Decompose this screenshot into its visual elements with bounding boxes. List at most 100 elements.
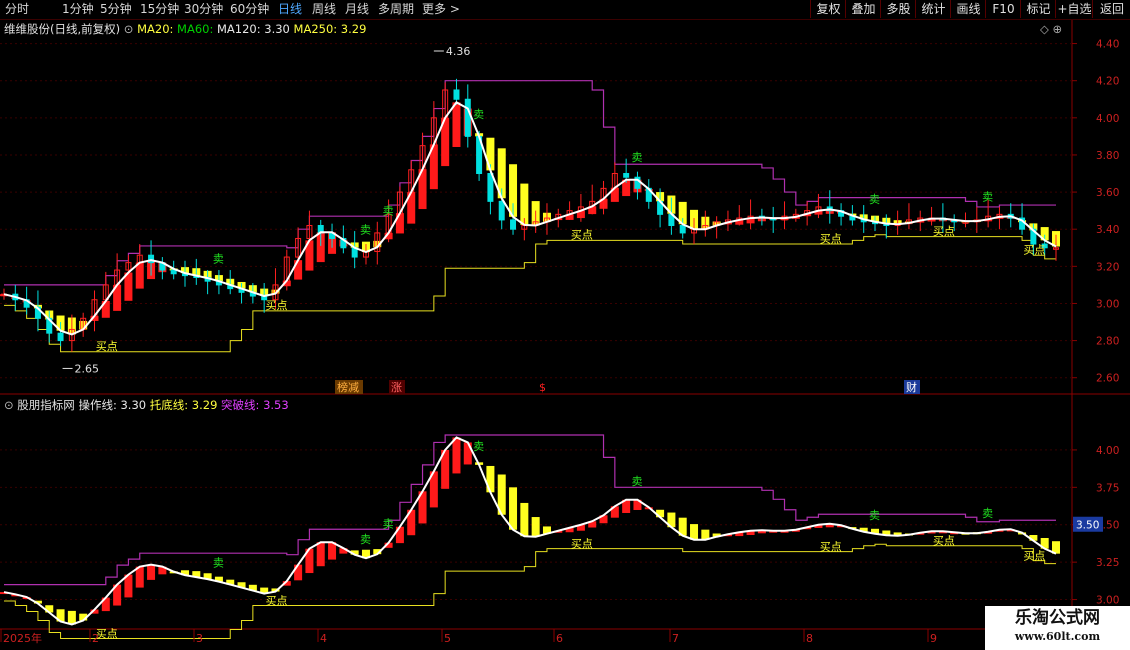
period-toolbar: 分时 1分钟 5分钟 15分钟 30分钟 60分钟 日线 周线 月线 多周期 更多 > 复权 叠加 多股… bbox=[0, 0, 1130, 20]
event-badge: 财 bbox=[906, 380, 917, 394]
period-tab-6[interactable]: 日线 bbox=[278, 2, 302, 16]
sub-price-axis: 4.003.753.503.253.003.50 bbox=[1072, 445, 1119, 607]
candle-body bbox=[57, 332, 64, 342]
date-label: 3 bbox=[196, 632, 203, 645]
period-tab-10[interactable]: 更多 > bbox=[422, 2, 460, 16]
sell-signal-label: 卖 bbox=[360, 533, 371, 546]
buy-signal-label: 买点 bbox=[933, 535, 955, 548]
sub-tick-label: 3.25 bbox=[1096, 557, 1119, 569]
toolbar-button-6[interactable]: 标记 bbox=[1020, 0, 1056, 18]
main-title: 维维股份(日线,前复权) bbox=[4, 22, 121, 36]
collapse-icon[interactable]: ⊙ bbox=[4, 398, 14, 412]
period-tab-9[interactable]: 多周期 bbox=[378, 2, 414, 16]
sell-signal-label: 卖 bbox=[383, 518, 394, 531]
watermark: 乐淘公式网 www.60lt.com bbox=[985, 606, 1130, 650]
band-bar bbox=[509, 487, 518, 530]
toolbar-button-2[interactable]: 多股 bbox=[880, 0, 916, 18]
breakthrough-line-label: 突破线: 3.53 bbox=[221, 398, 289, 412]
buy-signal-label: 买点 bbox=[571, 229, 593, 242]
candle-body bbox=[679, 224, 686, 234]
operation-line-label: 操作线: 3.30 bbox=[78, 398, 147, 412]
ma120-label: MA120: 3.30 bbox=[217, 22, 290, 36]
ma-line bbox=[3, 101, 1057, 336]
period-tab-2[interactable]: 5分钟 bbox=[100, 2, 132, 16]
period-tab-0[interactable]: 分时 bbox=[5, 2, 29, 16]
toolbar-button-4[interactable]: 画线 bbox=[950, 0, 986, 18]
buy-signal-label: 买点 bbox=[820, 232, 842, 245]
band-bar bbox=[690, 524, 699, 540]
support-line-sub bbox=[4, 543, 1056, 639]
watermark-url: www.60lt.com bbox=[1014, 630, 1101, 643]
operation-line-sub bbox=[3, 436, 1057, 626]
ma250-label: MA250: 3.29 bbox=[293, 22, 367, 36]
sell-signal-label: 卖 bbox=[213, 557, 224, 570]
breakthrough-line bbox=[4, 80, 1056, 286]
event-badge: 榜减 bbox=[337, 380, 359, 394]
signal-labels-sub: 买点买点买点 买点 买点买点卖卖卖卖卖卖卖 bbox=[96, 440, 1046, 641]
sell-signal-label: 卖 bbox=[982, 191, 993, 204]
ma20-label: MA20: bbox=[137, 22, 174, 36]
sell-signal-label: 卖 bbox=[213, 253, 224, 266]
candle-body bbox=[170, 269, 177, 275]
candle-body bbox=[487, 173, 494, 202]
stock-chart[interactable]: 买点买点买点 买点买点买点卖卖卖卖卖卖 卖4.362.65榜减涨 $ 财 4.404.2… bbox=[0, 20, 1130, 650]
sub-tick-label: 4.00 bbox=[1096, 445, 1119, 457]
candle-body bbox=[498, 200, 505, 221]
buy-signal-label: 买点 bbox=[933, 225, 955, 238]
support-line-label: 托底线: 3.29 bbox=[149, 398, 218, 412]
period-tab-5[interactable]: 60分钟 bbox=[230, 2, 269, 16]
candle-body bbox=[623, 173, 630, 178]
price-tick-label: 3.40 bbox=[1096, 224, 1119, 236]
date-label: 5 bbox=[444, 632, 451, 645]
sell-signal-label: 卖 bbox=[473, 108, 484, 121]
period-tab-7[interactable]: 周线 bbox=[312, 2, 336, 16]
band-bar bbox=[531, 517, 540, 537]
period-tab-3[interactable]: 15分钟 bbox=[140, 2, 179, 16]
band-bar bbox=[520, 502, 529, 537]
sell-signal-label: 卖 bbox=[631, 151, 642, 164]
period-tab-4[interactable]: 30分钟 bbox=[184, 2, 223, 16]
sell-signal-label: 卖 bbox=[982, 507, 993, 520]
panel-options-icon[interactable]: ◇ ⊕ bbox=[1040, 22, 1062, 36]
toolbar-button-1[interactable]: 叠加 bbox=[845, 0, 881, 18]
date-label: 7 bbox=[672, 632, 679, 645]
band-bar bbox=[452, 437, 461, 474]
price-tick-label: 2.80 bbox=[1096, 336, 1119, 348]
price-tick-label: 4.00 bbox=[1096, 113, 1119, 125]
candles bbox=[1, 78, 1059, 352]
band-bar bbox=[463, 442, 472, 465]
sell-signal-label: 卖 bbox=[631, 475, 642, 488]
toolbar-button-0[interactable]: 复权 bbox=[810, 0, 846, 18]
buy-signal-label: 买点 bbox=[1023, 243, 1045, 256]
period-tab-1[interactable]: 1分钟 bbox=[62, 2, 94, 16]
toolbar-button-7[interactable]: +自选 bbox=[1055, 0, 1093, 18]
candle-body bbox=[464, 98, 471, 137]
period-tab-8[interactable]: 月线 bbox=[345, 2, 369, 16]
band-bar bbox=[147, 564, 156, 580]
band-bar bbox=[316, 542, 325, 567]
watermark-title: 乐淘公式网 bbox=[1015, 608, 1100, 628]
price-tick-label: 2.60 bbox=[1096, 373, 1119, 385]
support-line bbox=[4, 234, 1056, 353]
buy-signal-label: 买点 bbox=[265, 595, 287, 608]
support-line bbox=[4, 543, 1056, 639]
buy-signal-label: 买点 bbox=[96, 340, 118, 353]
date-label: 4 bbox=[320, 632, 327, 645]
price-tick-label: 3.00 bbox=[1096, 298, 1119, 310]
low-marker: 2.65 bbox=[75, 362, 100, 375]
sub-title: 股朋指标网 bbox=[17, 398, 75, 412]
indicator-band-main bbox=[0, 102, 1060, 335]
collapse-icon[interactable]: ⊙ bbox=[124, 22, 134, 36]
band-bar bbox=[486, 465, 495, 493]
toolbar-button-8[interactable]: 返回 bbox=[1092, 0, 1130, 18]
toolbar-button-3[interactable]: 统计 bbox=[915, 0, 951, 18]
sell-signal-label: 卖 bbox=[383, 204, 394, 217]
date-label: 9 bbox=[930, 632, 937, 645]
ma60-label: MA60: bbox=[177, 22, 214, 36]
toolbar-button-5[interactable]: F10 bbox=[985, 0, 1021, 18]
buy-signal-label: 买点 bbox=[820, 541, 842, 554]
main-info-row: 维维股份(日线,前复权) ⊙ MA20: MA60: MA120: 3.30 M… bbox=[4, 22, 366, 36]
date-axis: 2025年 2 3 4 5 6 7 8 9 bbox=[0, 629, 937, 645]
date-label: 2025年 bbox=[3, 631, 42, 645]
buy-signal-label: 买点 bbox=[96, 627, 118, 640]
